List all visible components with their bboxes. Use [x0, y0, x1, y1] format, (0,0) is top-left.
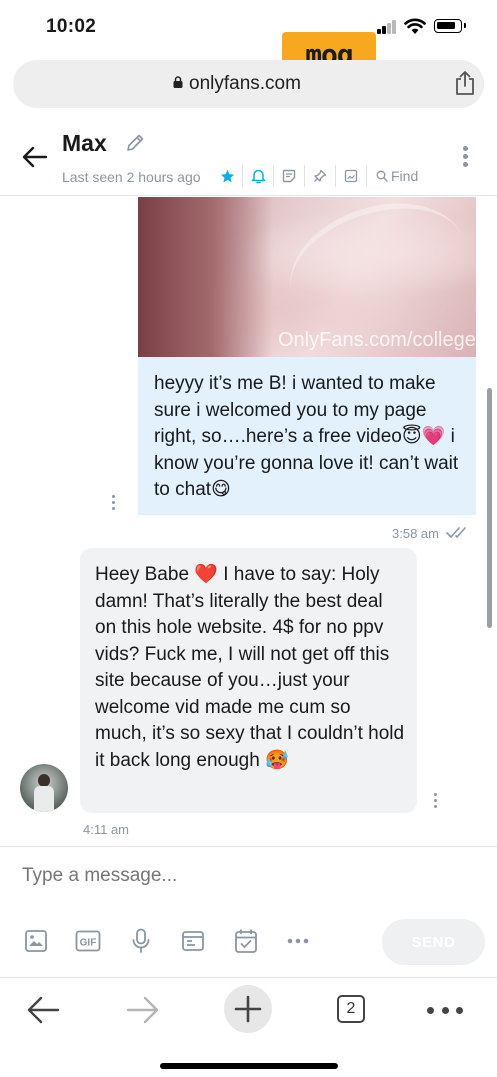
image-icon — [24, 930, 47, 952]
status-bar: 10:02 — [0, 0, 497, 54]
notes-button[interactable] — [274, 165, 305, 187]
browser-forward-icon[interactable] — [126, 995, 160, 1025]
home-indicator[interactable] — [160, 1063, 338, 1069]
lock-icon — [173, 76, 183, 88]
incoming-message-bubble: Heey Babe ❤️ I have to say: Holy damn! T… — [80, 548, 417, 813]
message-options-icon[interactable] — [110, 495, 116, 515]
schedule-button[interactable] — [232, 927, 259, 955]
message-options-icon[interactable] — [432, 793, 438, 813]
wifi-icon — [404, 18, 426, 34]
browser-toolbar: 2 — [0, 977, 497, 1077]
outgoing-message-text: heyyy it’s me B! i wanted to make sure i… — [154, 373, 459, 500]
voice-message-button[interactable] — [127, 927, 154, 955]
composer-toolbar: GIF — [22, 927, 337, 955]
microphone-icon — [132, 928, 149, 953]
find-label[interactable]: Find — [391, 168, 418, 184]
outgoing-message-bubble: heyyy it’s me B! i wanted to make sure i… — [138, 357, 476, 515]
message-composer: GIF SEND — [0, 846, 497, 976]
tab-count[interactable]: 2 — [347, 1000, 356, 1018]
send-button[interactable]: SEND — [382, 919, 485, 965]
gallery-icon — [344, 169, 358, 183]
calendar-check-icon — [234, 929, 257, 953]
more-options-button[interactable] — [285, 927, 312, 955]
attach-image-button[interactable] — [22, 927, 49, 955]
contact-name[interactable]: Max — [62, 130, 107, 157]
star-icon — [220, 169, 234, 182]
send-label[interactable]: SEND — [412, 934, 456, 951]
find-button[interactable]: Find — [367, 168, 418, 184]
more-vertical-icon[interactable] — [461, 146, 469, 170]
tabs-button[interactable]: 2 — [337, 995, 365, 1023]
browser-menu-icon[interactable] — [427, 1007, 463, 1015]
address-bar[interactable]: onlyfans.com — [13, 60, 484, 108]
pin-icon — [314, 169, 327, 182]
search-icon — [376, 170, 388, 182]
outgoing-message-time: 3:58 am — [392, 526, 439, 541]
notifications-button[interactable] — [243, 165, 274, 187]
pencil-icon[interactable] — [124, 132, 146, 154]
gif-icon: GIF — [75, 930, 101, 952]
signal-icon — [377, 20, 397, 34]
back-arrow-icon[interactable] — [22, 146, 48, 168]
note-icon — [282, 169, 296, 183]
more-horizontal-icon — [287, 938, 309, 944]
message-input[interactable] — [22, 865, 462, 887]
share-icon[interactable] — [454, 70, 476, 96]
last-seen-status: Last seen 2 hours ago — [62, 169, 201, 185]
media-watermark: OnlyFans.com/collegegirlfriend — [278, 329, 476, 351]
status-time: 10:02 — [46, 16, 97, 37]
vault-button[interactable] — [180, 927, 207, 955]
avatar[interactable] — [20, 764, 68, 812]
gif-label: GIF — [80, 938, 97, 949]
header-toolbar: Find — [212, 165, 418, 187]
pin-button[interactable] — [305, 165, 336, 187]
message-list[interactable]: OnlyFans.com/collegegirlfriend heyyy it’… — [0, 197, 497, 845]
incoming-message-text: Heey Babe ❤️ I have to say: Holy damn! T… — [95, 564, 405, 771]
chat-header: Max Last seen 2 hours ago Find — [0, 118, 497, 196]
gif-button[interactable]: GIF — [75, 927, 102, 955]
favorite-button[interactable] — [212, 165, 243, 187]
vault-icon — [182, 931, 204, 951]
browser-back-icon[interactable] — [26, 995, 60, 1025]
plus-icon — [234, 995, 262, 1023]
new-tab-button[interactable] — [224, 985, 272, 1033]
url-text[interactable]: onlyfans.com — [189, 73, 301, 95]
double-check-icon — [446, 527, 466, 539]
incoming-message-time: 4:11 am — [83, 822, 130, 837]
gallery-button[interactable] — [336, 165, 367, 187]
battery-icon — [434, 19, 466, 33]
bell-icon — [251, 169, 265, 184]
video-thumbnail[interactable]: OnlyFans.com/collegegirlfriend — [138, 197, 476, 357]
scrollbar[interactable] — [487, 388, 492, 628]
